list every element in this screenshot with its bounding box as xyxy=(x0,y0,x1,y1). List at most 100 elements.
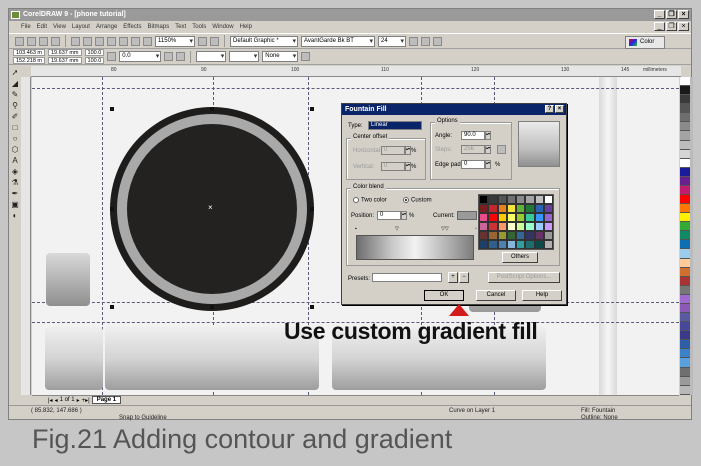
palette-swatch[interactable] xyxy=(680,122,690,132)
palette-swatch[interactable] xyxy=(680,322,690,332)
gradient-strip-shape[interactable] xyxy=(599,77,617,395)
blend-color-swatch[interactable] xyxy=(479,222,489,231)
gradient-preview-strip[interactable] xyxy=(356,235,474,260)
application-launcher-icon[interactable] xyxy=(210,36,219,46)
button-shape-left[interactable] xyxy=(46,253,90,306)
italic-icon[interactable] xyxy=(421,36,430,46)
palette-swatch[interactable] xyxy=(680,376,690,386)
palette-swatch[interactable] xyxy=(680,258,690,268)
eyedropper-tool-icon[interactable]: ⚗ xyxy=(11,179,19,187)
blend-color-swatch[interactable] xyxy=(534,222,544,231)
bold-icon[interactable] xyxy=(409,36,418,46)
blend-color-swatch[interactable] xyxy=(525,231,535,240)
palette-swatch[interactable] xyxy=(680,195,690,205)
doc-restore-button[interactable]: ❐ xyxy=(666,22,677,31)
blend-color-swatch[interactable] xyxy=(543,240,553,249)
blend-color-swatch[interactable] xyxy=(479,231,489,240)
palette-swatch[interactable] xyxy=(680,249,690,259)
blend-color-swatch[interactable] xyxy=(488,222,498,231)
position-spinner[interactable]: ▴▾ xyxy=(401,211,407,220)
print-icon[interactable] xyxy=(51,36,60,46)
menu-view[interactable]: View xyxy=(53,24,66,30)
gradient-color-marker[interactable]: ▽▽ xyxy=(441,226,449,232)
palette-swatch[interactable] xyxy=(680,204,690,214)
underline-icon[interactable] xyxy=(433,36,442,46)
add-page-icon[interactable]: +▸| xyxy=(82,397,90,404)
blend-color-swatch[interactable] xyxy=(479,240,489,249)
blend-color-swatch[interactable] xyxy=(488,213,498,222)
blend-color-swatch[interactable] xyxy=(516,222,526,231)
palette-swatch[interactable] xyxy=(680,231,690,241)
two-color-radio[interactable] xyxy=(353,197,359,203)
edge-pad-field[interactable]: 0 xyxy=(461,160,485,169)
palette-swatch[interactable] xyxy=(680,349,690,359)
rectangle-tool-icon[interactable]: □ xyxy=(11,124,19,132)
font-size-combo[interactable]: 24 xyxy=(378,35,406,47)
outline-tool-icon[interactable]: ✒ xyxy=(11,190,19,198)
mirror-vertical-icon[interactable] xyxy=(176,52,186,61)
blend-color-swatch[interactable] xyxy=(479,204,489,213)
horizontal-offset-field[interactable]: 0 xyxy=(381,146,405,155)
doc-close-button[interactable]: × xyxy=(678,22,689,31)
selection-handle[interactable] xyxy=(310,305,314,309)
cut-icon[interactable] xyxy=(71,36,80,46)
undo-icon[interactable] xyxy=(107,36,116,46)
selection-handle[interactable] xyxy=(110,107,114,111)
palette-swatch[interactable] xyxy=(680,149,690,159)
blend-color-swatch[interactable] xyxy=(506,222,516,231)
blend-color-swatch[interactable] xyxy=(516,213,526,222)
dialog-help-icon[interactable]: ? xyxy=(545,105,554,113)
angle-field[interactable]: 90.0 xyxy=(461,131,485,140)
blend-color-swatch[interactable] xyxy=(534,213,544,222)
blend-color-swatch[interactable] xyxy=(506,240,516,249)
menu-bitmaps[interactable]: Bitmaps xyxy=(148,24,170,30)
outline-width-combo[interactable]: None xyxy=(262,51,299,62)
position-field[interactable]: 0 xyxy=(377,211,401,220)
blend-color-swatch[interactable] xyxy=(479,195,489,204)
palette-swatch[interactable] xyxy=(680,104,690,114)
blend-color-palette[interactable] xyxy=(478,194,554,250)
menu-file[interactable]: File xyxy=(21,24,31,30)
gradient-start-marker[interactable]: ▪ xyxy=(355,226,357,232)
menu-window[interactable]: Window xyxy=(212,24,233,30)
menu-help[interactable]: Help xyxy=(240,24,252,30)
zoom-combo[interactable]: 1150% xyxy=(155,35,195,47)
palette-swatch[interactable] xyxy=(680,95,690,105)
palette-swatch[interactable] xyxy=(680,331,690,341)
page-tab[interactable]: Page 1 xyxy=(91,396,122,404)
blend-color-swatch[interactable] xyxy=(516,195,526,204)
gradient-end-marker[interactable]: ▫ xyxy=(475,226,477,232)
custom-option[interactable]: Custom xyxy=(403,197,432,204)
blend-color-swatch[interactable] xyxy=(506,213,516,222)
zoom-tool-icon[interactable]: ⚲ xyxy=(11,102,19,110)
next-page-icon[interactable]: ▸ xyxy=(77,397,80,404)
first-page-icon[interactable]: |◂ xyxy=(48,397,53,404)
scale-x-field[interactable]: 100.0 xyxy=(84,49,105,56)
blend-color-swatch[interactable] xyxy=(488,195,498,204)
blend-color-swatch[interactable] xyxy=(488,231,498,240)
selection-handle[interactable] xyxy=(110,305,114,309)
paste-icon[interactable] xyxy=(95,36,104,46)
palette-swatch[interactable] xyxy=(680,113,690,123)
blend-color-swatch[interactable] xyxy=(497,204,507,213)
palette-swatch[interactable] xyxy=(680,340,690,350)
type-dropdown[interactable]: Linear xyxy=(368,121,422,130)
blend-color-swatch[interactable] xyxy=(516,204,526,213)
palette-swatch[interactable] xyxy=(680,167,690,177)
knife-tool-icon[interactable]: ✎ xyxy=(11,91,19,99)
postscript-options-button[interactable]: PostScript Options... xyxy=(488,272,560,283)
edge-pad-spinner[interactable]: ▴▾ xyxy=(485,160,491,169)
blend-color-swatch[interactable] xyxy=(525,222,535,231)
help-button[interactable]: Help xyxy=(522,290,562,301)
selection-handle[interactable] xyxy=(210,107,214,111)
pick-tool-icon[interactable]: ➚ xyxy=(11,69,19,77)
y-position-field[interactable]: 152.218 m xyxy=(13,57,45,64)
ok-button[interactable]: OK xyxy=(424,290,464,301)
custom-radio[interactable] xyxy=(403,197,409,203)
doc-minimize-button[interactable]: _ xyxy=(654,22,665,31)
blend-color-swatch[interactable] xyxy=(525,240,535,249)
blend-color-swatch[interactable] xyxy=(534,231,544,240)
selection-handle[interactable] xyxy=(210,305,214,309)
end-arrow-combo[interactable] xyxy=(229,51,260,62)
redo-icon[interactable] xyxy=(119,36,128,46)
